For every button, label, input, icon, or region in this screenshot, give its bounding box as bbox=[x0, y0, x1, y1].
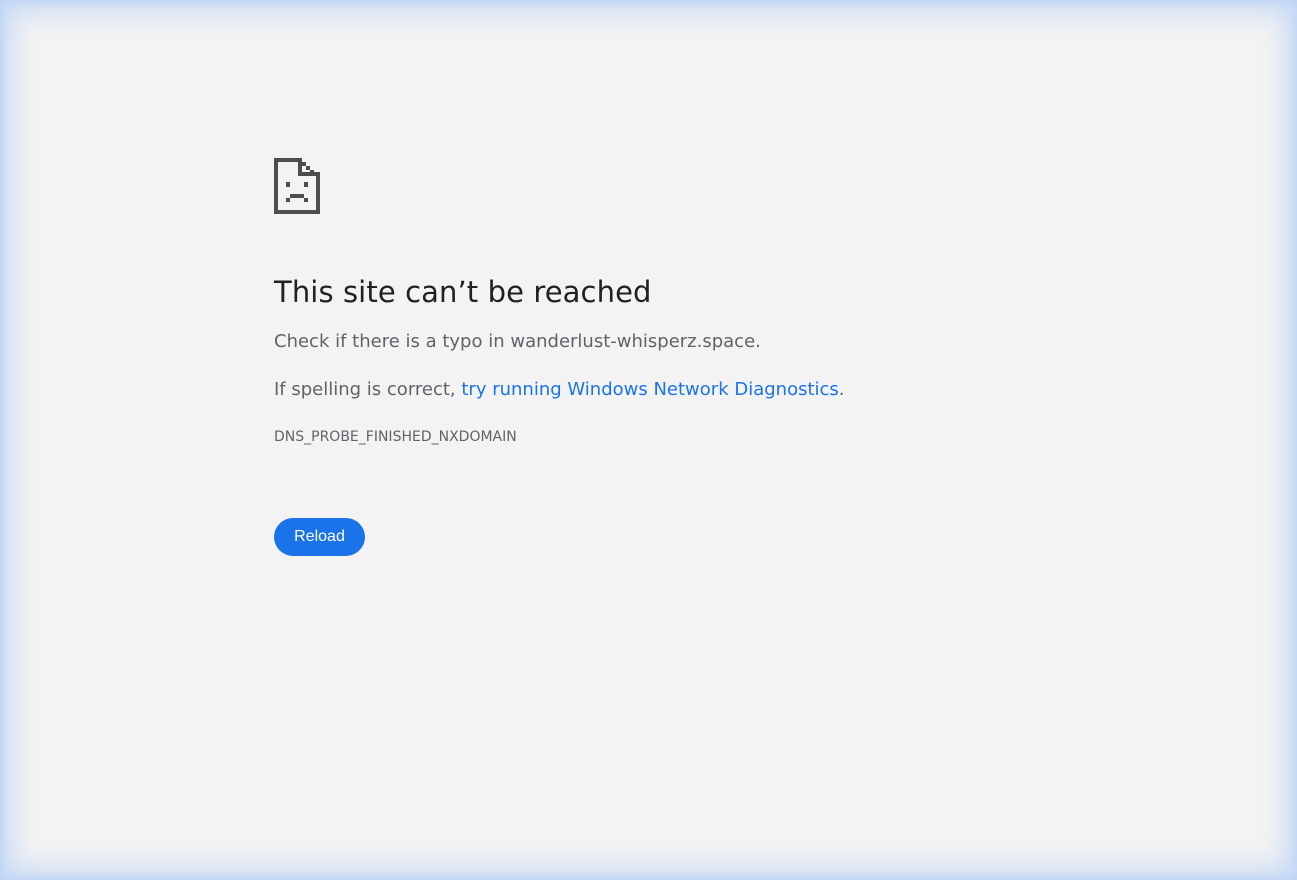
domain-name: wanderlust-whisperz.space bbox=[510, 331, 756, 352]
spelling-hint-prefix: If spelling is correct, bbox=[274, 379, 462, 400]
typo-hint-suffix: . bbox=[755, 331, 761, 352]
typo-hint: Check if there is a typo in wanderlust-w… bbox=[274, 330, 1034, 354]
typo-hint-prefix: Check if there is a typo in bbox=[274, 331, 511, 352]
sad-document-icon bbox=[274, 158, 320, 214]
spelling-hint: If spelling is correct, try running Wind… bbox=[274, 378, 1034, 402]
network-diagnostics-link[interactable]: try running Windows Network Diagnostics bbox=[461, 379, 838, 400]
error-content: This site can’t be reached Check if ther… bbox=[274, 158, 1034, 556]
error-code: DNS_PROBE_FINISHED_NXDOMAIN bbox=[274, 429, 517, 445]
spelling-hint-suffix: . bbox=[838, 379, 845, 400]
page-title: This site can’t be reached bbox=[274, 275, 652, 309]
reload-button[interactable]: Reload bbox=[274, 518, 365, 556]
